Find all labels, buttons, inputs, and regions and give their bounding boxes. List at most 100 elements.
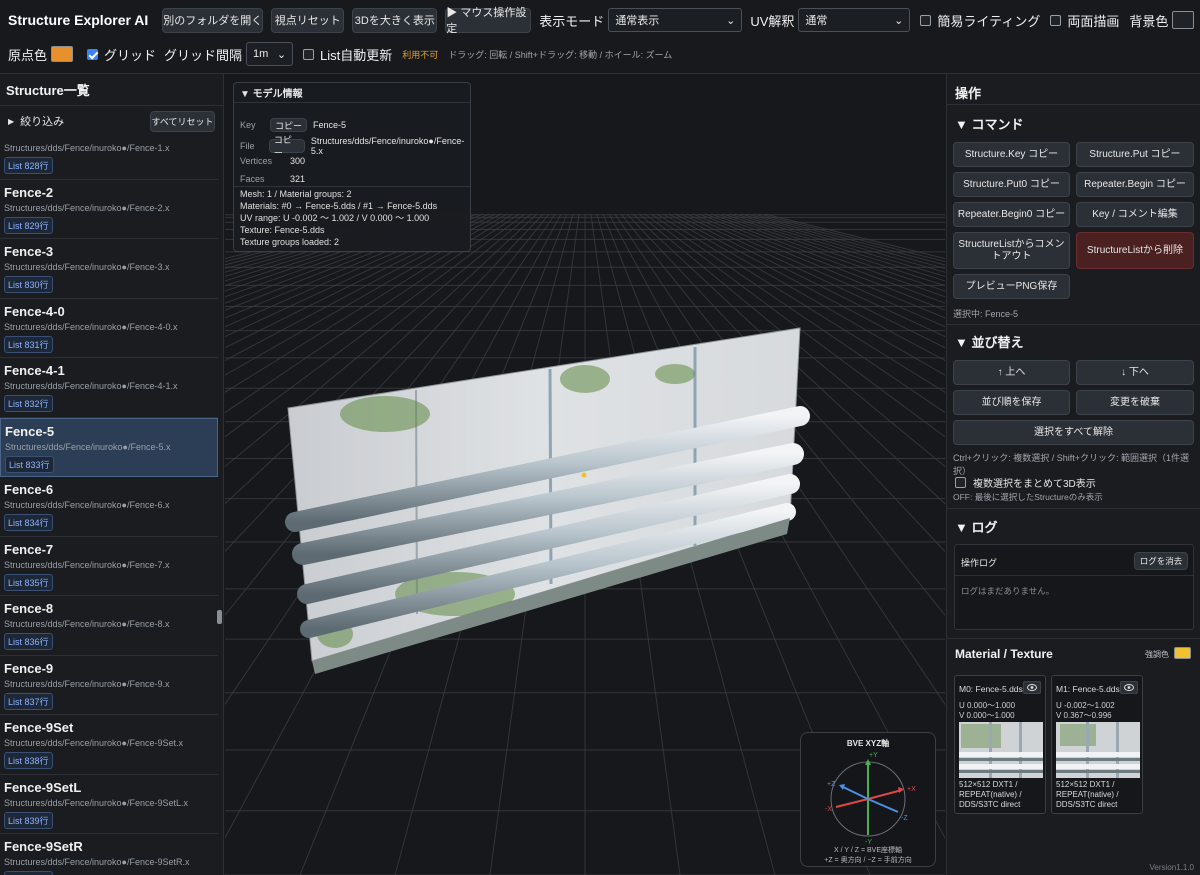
eye-icon[interactable] <box>1120 681 1138 694</box>
enlarge-3d-button[interactable]: 3Dを大きく表示 <box>352 7 438 33</box>
simple-lighting-toggle[interactable]: 簡易ライティング <box>920 11 1040 30</box>
list-line-badge: List 837行 <box>4 692 53 710</box>
grid-label: グリッド <box>104 47 157 63</box>
double-sided-checkbox[interactable] <box>1050 14 1062 26</box>
material-v-range: V 0.000〜1.000 <box>959 711 1015 720</box>
structure-list-item[interactable]: Fence-3 Structures/dds/Fence/inuroko●/Fen… <box>0 239 218 299</box>
filter-toggle[interactable]: ▶ 絞り込み <box>8 113 64 129</box>
structure-list-item[interactable]: Fence-6 Structures/dds/Fence/inuroko●/Fen… <box>0 477 218 537</box>
mouse-settings-button[interactable]: ▶ マウス操作設定 <box>445 7 532 35</box>
structure-list-item[interactable]: Fence-9 Structures/dds/Fence/inuroko●/Fen… <box>0 656 218 715</box>
copy-key-button[interactable]: コピー <box>270 118 308 132</box>
log-label: 操作ログ <box>961 558 998 568</box>
plus-x-label: +X <box>907 786 916 793</box>
grid-spacing-select[interactable]: 1m ⌄ <box>246 42 294 66</box>
list-auto-update-label: List自動更新 <box>320 47 393 63</box>
material-card-m0[interactable]: M0: Fence-5.dds U 0.000〜1.000 V 0.000〜1.… <box>954 675 1046 814</box>
structure-name: Fence-4-0 <box>4 303 65 319</box>
uv-select[interactable]: 通常 ⌄ <box>798 8 911 32</box>
structure-path: Structures/dds/Fence/inuroko●/Fence-6.x <box>4 500 170 510</box>
structure-name: Fence-6 <box>4 482 54 497</box>
copy-structure-put-button[interactable]: Structure.Put コピー <box>1076 142 1194 167</box>
structure-list-item[interactable]: Fence-4-0 Structures/dds/Fence/inuroko●/F… <box>0 299 218 358</box>
multi-3d-checkbox[interactable] <box>955 477 966 488</box>
structure-name: Fence-9 <box>4 660 54 676</box>
sort-header[interactable]: ▼ 並び替え <box>955 332 1023 351</box>
caret-right-icon: ▶ <box>8 116 15 126</box>
uv-label: UV解釈 <box>750 13 795 29</box>
texture-format: 512×512 DXT1 / REPEAT(native) / DDS/S3TC… <box>959 780 1022 809</box>
structure-list-item[interactable]: Fence-7 Structures/dds/Fence/inuroko●/Fen… <box>0 537 218 596</box>
log-header[interactable]: ▼ ログ <box>955 517 997 536</box>
comment-out-button[interactable]: StructureListからコメントアウト <box>953 232 1070 269</box>
model-info-title[interactable]: ▼ モデル情報 <box>234 83 470 103</box>
save-preview-png-button[interactable]: プレビューPNG保存 <box>953 274 1070 299</box>
save-order-button[interactable]: 並び順を保存 <box>953 390 1070 415</box>
structure-list-item[interactable]: Fence-4-1 Structures/dds/Fence/inuroko●/F… <box>0 358 218 418</box>
double-sided-toggle[interactable]: 両面描画 <box>1050 11 1119 30</box>
clear-log-button[interactable]: ログを消去 <box>1134 552 1188 570</box>
eye-icon[interactable] <box>1023 681 1041 694</box>
copy-structure-put0-button[interactable]: Structure.Put0 コピー <box>953 172 1070 197</box>
commands-header[interactable]: ▼ コマンド <box>955 114 1023 133</box>
structure-list-item[interactable]: Fence-9SetR Structures/dds/Fence/inuroko●… <box>0 834 218 875</box>
copy-structure-key-button[interactable]: Structure.Key コピー <box>953 142 1070 167</box>
axis-gizmo: BVE XYZ軸 +Y -Y +X -X +Z -Z X / Y / Z = B… <box>800 732 936 867</box>
grid-toggle[interactable]: グリッド <box>87 45 156 64</box>
structure-list-item[interactable]: Fence-9SetL Structures/dds/Fence/inuroko●… <box>0 775 218 834</box>
list-line-badge: List 831行 <box>4 335 53 353</box>
bg-color-swatch[interactable] <box>1172 11 1195 29</box>
structure-path: Structures/dds/Fence/inuroko●/Fence-9.x <box>4 678 170 689</box>
unavailable-badge: 利用不可 <box>402 49 439 60</box>
structure-path: Structures/dds/Fence/inuroko●/Fence-2.x <box>4 202 170 213</box>
highlight-color-swatch[interactable] <box>1174 647 1191 659</box>
move-up-button[interactable]: ↑ 上へ <box>953 360 1070 385</box>
clear-selection-button[interactable]: 選択をすべて解除 <box>953 420 1194 445</box>
structure-list-item[interactable]: Structures/dds/Fence/inuroko●/Fence-1.x L… <box>0 136 218 180</box>
list-line-badge: List 828行 <box>4 157 53 174</box>
structure-path: Structures/dds/Fence/inuroko●/Fence-7.x <box>4 559 170 570</box>
list-line-badge: List 833行 <box>5 455 54 473</box>
structure-list-item[interactable]: Fence-9Set Structures/dds/Fence/inuroko●/… <box>0 715 218 775</box>
list-auto-update-checkbox[interactable] <box>303 48 315 60</box>
faces-value: 321 <box>290 174 306 184</box>
structure-list-item[interactable]: Fence-8 Structures/dds/Fence/inuroko●/Fen… <box>0 596 218 656</box>
copy-file-button[interactable]: コピー <box>268 135 305 158</box>
chevron-down-icon: ⌄ <box>726 14 736 27</box>
material-card-m1[interactable]: M1: Fence-5.dds U -0.002〜1.002 V 0.367〜0… <box>1051 675 1143 814</box>
scrollbar-thumb[interactable] <box>217 610 222 624</box>
origin-color-swatch[interactable] <box>51 46 74 62</box>
fence-model <box>285 327 810 674</box>
edit-key-comment-button[interactable]: Key / コメント編集 <box>1076 202 1194 227</box>
copy-repeater-begin-button[interactable]: Repeater.Begin コピー <box>1076 172 1194 197</box>
scrollbar[interactable] <box>218 136 223 875</box>
structure-path: Structures/dds/Fence/inuroko●/Fence-8.x <box>4 619 170 629</box>
move-down-button[interactable]: ↓ 下へ <box>1076 360 1194 385</box>
reset-view-button[interactable]: 視点リセット <box>271 7 345 33</box>
structure-path: Structures/dds/Fence/inuroko●/Fence-4-1.… <box>4 381 178 391</box>
divider <box>947 508 1200 509</box>
structure-name: Fence-9SetR <box>4 839 83 854</box>
discard-changes-button[interactable]: 変更を破棄 <box>1076 390 1194 415</box>
divider <box>947 638 1200 639</box>
structure-list-item[interactable]: Fence-2 Structures/dds/Fence/inuroko●/Fen… <box>0 180 218 239</box>
multi-3d-toggle[interactable]: 複数選択をまとめて3D表示 <box>955 475 1096 490</box>
reset-all-button[interactable]: すべてリセット <box>150 110 215 132</box>
structure-list-panel: Structure一覧 ▶ 絞り込み すべてリセット Structures/dd… <box>0 74 224 875</box>
display-mode-select[interactable]: 通常表示 ⌄ <box>608 8 743 32</box>
model-info-panel: ▼ モデル情報 Key コピー Fence-5 File コピー Structu… <box>233 82 471 252</box>
open-folder-button[interactable]: 別のフォルダを開く <box>162 7 264 33</box>
list-auto-update-toggle[interactable]: List自動更新 <box>303 45 392 64</box>
list-line-badge: List 834行 <box>4 514 53 531</box>
delete-from-list-button[interactable]: StructureListから削除 <box>1076 232 1194 269</box>
filter-label: 絞り込み <box>20 116 65 128</box>
copy-repeater-begin0-button[interactable]: Repeater.Begin0 コピー <box>953 202 1070 227</box>
material-texture-title: Material / Texture <box>955 647 1053 661</box>
operations-title: 操作 <box>955 86 982 101</box>
structure-list-title: Structure一覧 <box>0 74 223 106</box>
3d-viewport[interactable]: ▼ モデル情報 Key コピー Fence-5 File コピー Structu… <box>225 74 945 875</box>
grid-checkbox[interactable] <box>87 48 99 60</box>
material-v-range: V 0.367〜0.996 <box>1056 711 1112 720</box>
structure-list-item[interactable]: Fence-5 Structures/dds/Fence/inuroko●/Fen… <box>0 417 218 477</box>
simple-lighting-checkbox[interactable] <box>920 14 932 26</box>
